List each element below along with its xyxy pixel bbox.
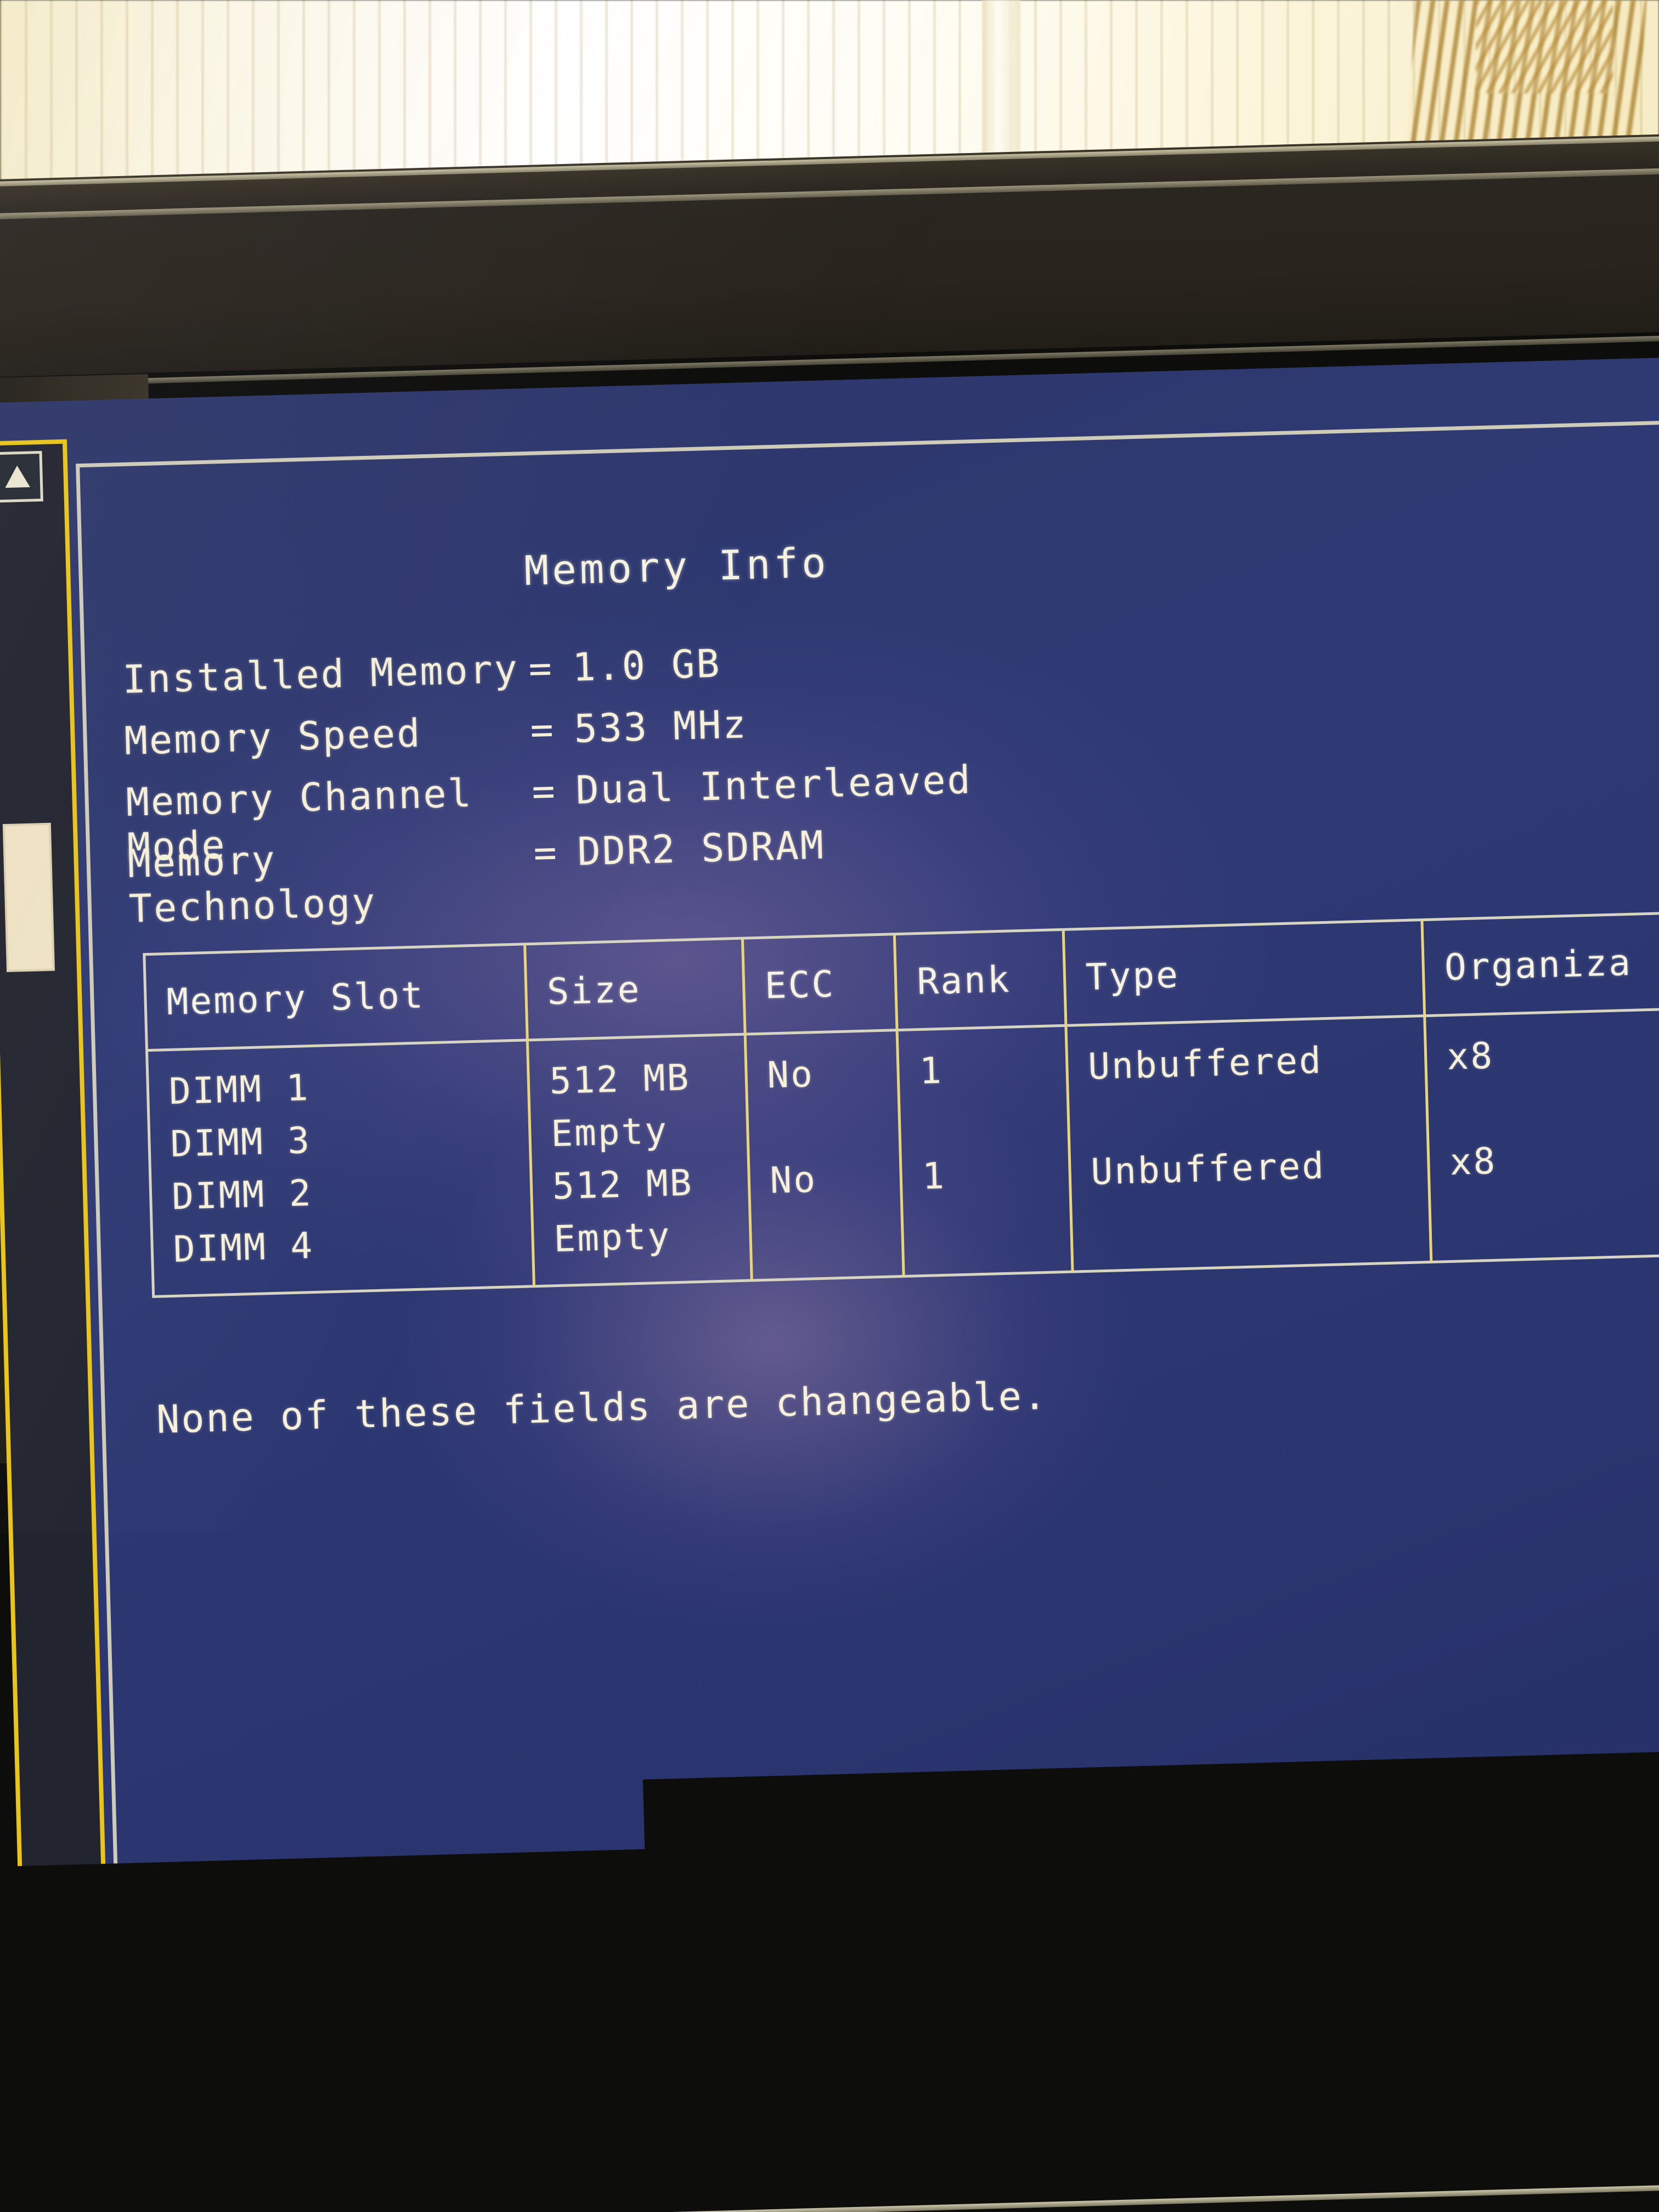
column-cells-organization: x8 x8: [1426, 1008, 1659, 1263]
column-header-ecc: ECC: [744, 935, 899, 1035]
column-header-label: Memory Slot: [166, 974, 425, 1023]
table-cell-organization: [1451, 1181, 1659, 1242]
column-cells-size: 512 MB Empty 512 MB Empty: [529, 1036, 753, 1288]
column-header-label: Organiza: [1444, 941, 1633, 988]
table-cell-size: Empty: [550, 1103, 747, 1161]
summary-equals: =: [533, 830, 578, 876]
page-title: Memory Info: [347, 534, 1007, 599]
table-cell-size: Empty: [553, 1208, 749, 1266]
column-header-organization: Organiza: [1424, 912, 1659, 1017]
memory-slot-table: Memory Slot Size ECC Rank Type Organiza …: [143, 910, 1659, 1298]
table-cell-type: Unbuffered: [1087, 1031, 1425, 1093]
table-cell-ecc: [768, 1098, 899, 1154]
memory-summary-list: Installed Memory = 1.0 GB Memory Speed =…: [122, 634, 975, 903]
table-row: DIMM 2: [171, 1161, 531, 1223]
table-cell-ecc: No: [769, 1151, 900, 1207]
scrollbar-thumb[interactable]: [3, 823, 55, 972]
column-cells-rank: 1 1: [899, 1027, 1074, 1278]
table-cell-rank: 1: [919, 1041, 1066, 1098]
summary-equals: =: [528, 645, 573, 691]
summary-value: DDR2 SDRAM: [577, 823, 825, 874]
column-cells-type: Unbuffered Unbuffered: [1067, 1017, 1432, 1273]
window-blinds-upper: [1476, 0, 1613, 93]
column-header-memory-slot: Memory Slot: [145, 945, 528, 1052]
summary-value: 1.0 GB: [572, 641, 721, 690]
column-header-rank: Rank: [896, 931, 1067, 1031]
column-cells-memory-slot: DIMM 1 DIMM 3 DIMM 2 DIMM 4: [148, 1041, 535, 1298]
column-header-label: ECC: [764, 963, 836, 1007]
summary-label: Memory Technology: [127, 831, 535, 932]
memory-info-panel: Memory Info Installed Memory = 1.0 GB Me…: [87, 427, 1659, 2182]
table-row: DIMM 3: [170, 1108, 529, 1171]
table-row: DIMM 1: [168, 1056, 528, 1118]
column-header-label: Type: [1085, 953, 1180, 998]
summary-label: Installed Memory: [122, 646, 529, 702]
column-header-type: Type: [1065, 921, 1426, 1027]
bios-setup-screen: Memory Info Installed Memory = 1.0 GB Me…: [0, 356, 1659, 2212]
table-cell-size: 512 MB: [549, 1050, 745, 1108]
table-cell-type: [1089, 1084, 1427, 1146]
column-header-size: Size: [526, 940, 746, 1042]
summary-equals: =: [529, 707, 574, 753]
table-row: DIMM 4: [173, 1214, 532, 1276]
table-cell-organization: x8: [1446, 1023, 1659, 1084]
column-cells-ecc: No No: [746, 1031, 905, 1282]
table-cell-rank: [920, 1094, 1068, 1150]
monitor-screen-area: Memory Info Installed Memory = 1.0 GB Me…: [0, 356, 1659, 2212]
table-cell-type: Unbuffered: [1090, 1137, 1428, 1199]
column-header-label: Size: [546, 968, 641, 1013]
table-cell-type: [1092, 1189, 1430, 1251]
summary-value: 533 MHz: [573, 702, 748, 752]
table-body: DIMM 1 DIMM 3 DIMM 2 DIMM 4 512 MB Empty…: [148, 1008, 1659, 1298]
arrow-down-icon: [47, 2122, 77, 2152]
table-cell-ecc: [771, 1204, 902, 1260]
triangle-up-icon: [2, 461, 32, 492]
summary-equals: =: [531, 768, 576, 814]
photograph-of-monitor: Memory Info Installed Memory = 1.0 GB Me…: [0, 0, 1659, 2212]
read-only-note: None of these fields are changeable.: [156, 1373, 1048, 1442]
table-cell-ecc: No: [766, 1046, 898, 1102]
table-cell-organization: x8: [1449, 1128, 1659, 1189]
table-cell-organization: [1448, 1075, 1659, 1136]
column-header-label: Rank: [917, 958, 1012, 1003]
scroll-down-button[interactable]: [36, 2112, 88, 2163]
table-cell-size: 512 MB: [552, 1155, 748, 1214]
table-cell-rank: 1: [922, 1147, 1069, 1203]
scroll-up-button[interactable]: [0, 451, 43, 503]
table-cell-rank: [923, 1199, 1070, 1256]
